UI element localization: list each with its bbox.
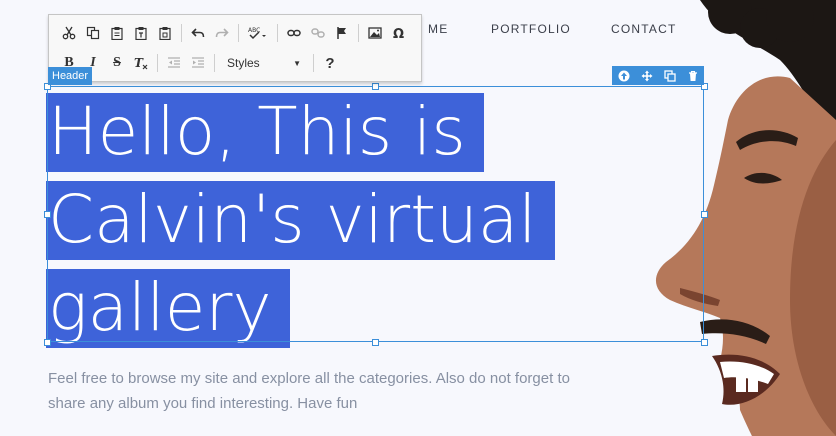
spellcheck-icon[interactable]: ABC <box>243 21 273 45</box>
svg-text:T: T <box>134 56 144 70</box>
intro-paragraph: Feel free to browse my site and explore … <box>48 370 570 412</box>
redo-icon[interactable] <box>210 21 234 45</box>
toolbar-separator <box>238 24 239 42</box>
toolbar-row-2: B I S T Styles ▼ ? <box>57 50 342 76</box>
remove-format-icon[interactable]: T <box>129 51 153 75</box>
styles-dropdown-label: Styles <box>227 56 260 70</box>
cut-icon[interactable] <box>57 21 81 45</box>
resize-handle-right[interactable] <box>701 211 708 218</box>
toolbar-row-1: ABC Ω <box>57 20 411 46</box>
paste-text-icon[interactable] <box>129 21 153 45</box>
chevron-down-icon: ▼ <box>293 58 301 68</box>
toolbar-separator <box>214 54 215 72</box>
toolbar-separator <box>181 24 182 42</box>
nav-link-home[interactable]: ME <box>428 22 448 36</box>
toolbar-separator <box>313 54 314 72</box>
resize-handle-top[interactable] <box>372 83 379 90</box>
unlink-icon[interactable] <box>306 21 330 45</box>
headline-line-2: Calvin's virtual <box>46 176 648 264</box>
resize-handle-bottom[interactable] <box>372 339 379 346</box>
undo-icon[interactable] <box>186 21 210 45</box>
indent-icon[interactable] <box>186 51 210 75</box>
headline-line-3: gallery <box>46 264 648 352</box>
headline-line-1: Hello, This is <box>46 88 648 176</box>
link-icon[interactable] <box>282 21 306 45</box>
toolbar-separator <box>157 54 158 72</box>
help-icon[interactable]: ? <box>318 51 342 75</box>
toolbar-separator <box>358 24 359 42</box>
image-icon[interactable] <box>363 21 387 45</box>
strikethrough-icon[interactable]: S <box>105 51 129 75</box>
element-controls <box>612 66 704 85</box>
headline-text-2: Calvin's virtual <box>46 181 555 260</box>
drag-move-icon[interactable] <box>640 69 654 83</box>
nav-link-contact[interactable]: CONTACT <box>611 22 677 36</box>
anchor-flag-icon[interactable] <box>330 21 354 45</box>
copy-icon[interactable] <box>81 21 105 45</box>
nav-link-portfolio[interactable]: PORTFOLIO <box>491 22 571 36</box>
svg-text:Ω: Ω <box>393 27 404 40</box>
paste-icon[interactable] <box>105 21 129 45</box>
resize-handle-bottom-right[interactable] <box>701 339 708 346</box>
editor-toolbar: ABC Ω B I S T Styles ▼ ? <box>48 14 422 82</box>
outdent-icon[interactable] <box>162 51 186 75</box>
toolbar-separator <box>277 24 278 42</box>
styles-dropdown[interactable]: Styles ▼ <box>223 53 305 73</box>
paste-word-icon[interactable] <box>153 21 177 45</box>
headline-text-1: Hello, This is <box>46 93 484 172</box>
trash-icon[interactable] <box>686 69 700 83</box>
move-up-icon[interactable] <box>617 69 631 83</box>
headline-text-3: gallery <box>46 269 290 348</box>
resize-handle-left[interactable] <box>44 211 51 218</box>
duplicate-icon[interactable] <box>663 69 677 83</box>
special-char-icon[interactable]: Ω <box>387 21 411 45</box>
element-type-label: Header <box>48 67 93 85</box>
resize-handle-bottom-left[interactable] <box>44 339 51 346</box>
page-headline[interactable]: Hello, This is Calvin's virtual gallery <box>46 88 648 352</box>
